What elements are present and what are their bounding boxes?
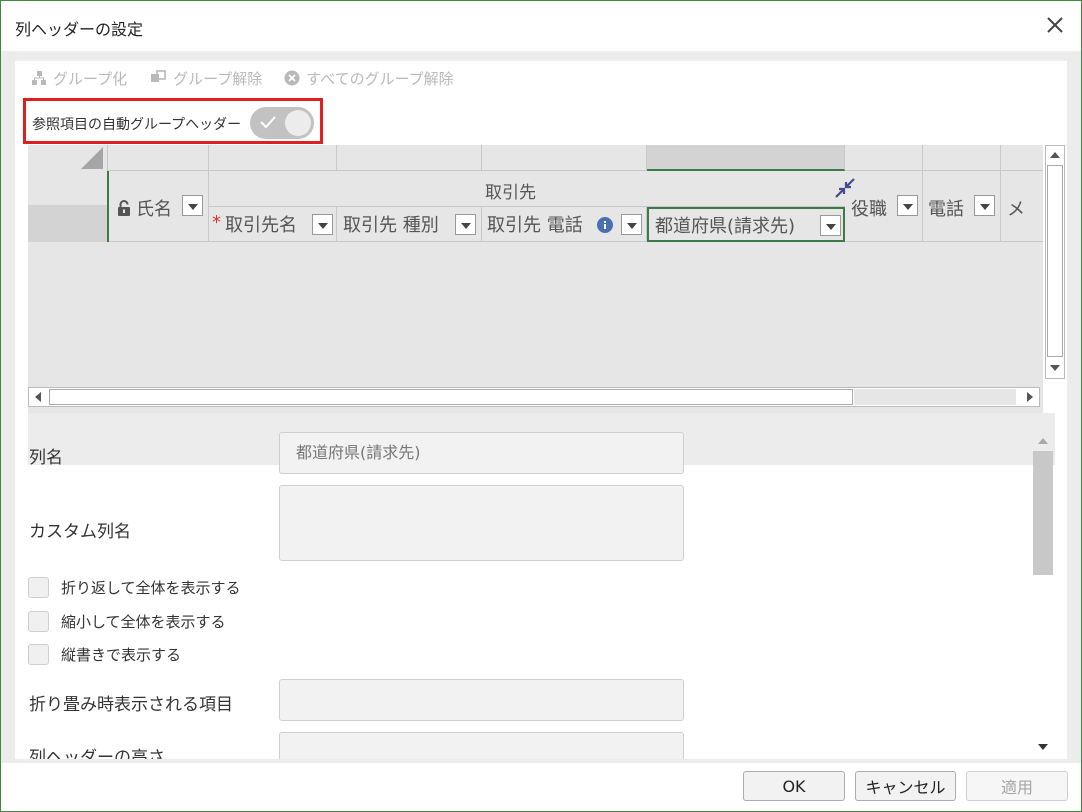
group-header-label: 取引先 [485, 183, 536, 203]
column-label: 取引先名 [225, 215, 297, 236]
grid-vertical-scrollbar[interactable] [1045, 145, 1065, 379]
vertical-text-label: 縦書きで表示する [61, 646, 182, 664]
header-top-cell [209, 145, 337, 171]
dialog-titlebar: 列ヘッダーの設定 [1, 1, 1081, 51]
column-name-field[interactable]: 都道府県(請求先) [279, 432, 684, 474]
column-dropdown-button[interactable] [312, 214, 333, 235]
row-header-cell [28, 205, 108, 242]
collapsed-display-field[interactable] [279, 679, 684, 721]
column-header-preview-grid: 氏名 取引先 * 取引先名 取引先 種別 取引先 電話 都道府県(請求先) 役職… [28, 145, 1043, 413]
custom-column-name-label: カスタム列名 [29, 522, 131, 542]
cancel-button[interactable]: キャンセル [855, 771, 956, 801]
scroll-right-icon [1027, 392, 1033, 402]
header-top-cell [108, 145, 209, 171]
apply-button[interactable]: 適用 [966, 771, 1068, 801]
scroll-up-icon [1038, 438, 1048, 444]
close-button[interactable] [1043, 13, 1067, 37]
column-header-email-partial[interactable]: メ [1001, 171, 1043, 242]
column-label: 都道府県(請求先) [655, 216, 796, 237]
column-name-label: 列名 [29, 448, 63, 468]
header-top-cell [482, 145, 647, 171]
column-header-settings-dialog: 列ヘッダーの設定 グループ化 グループ解除 すべてのグループ解除 参照項目の自動… [0, 0, 1082, 812]
vertical-text-checkbox[interactable] [28, 644, 49, 665]
header-top-cell [337, 145, 482, 171]
shrink-to-fit-checkbox-row[interactable]: 縮小して全体を表示する [28, 611, 226, 632]
ungroup-icon [151, 70, 166, 82]
column-dropdown-button[interactable] [621, 214, 642, 235]
auto-group-header-highlight: 参照項目の自動グループヘッダー [23, 98, 323, 144]
close-icon [1047, 17, 1063, 33]
group-header-torihikisaki[interactable]: 取引先 [209, 171, 855, 207]
ungroup-button[interactable]: グループ解除 [149, 68, 262, 89]
grid-horizontal-scrollbar[interactable] [28, 387, 1040, 407]
header-top-cell [1001, 145, 1043, 171]
auto-group-header-label: 参照項目の自動グループヘッダー [32, 117, 242, 133]
clear-circle-icon [284, 70, 300, 86]
header-top-cell [845, 145, 923, 171]
shrink-to-fit-label: 縮小して全体を表示する [61, 613, 226, 631]
unlock-icon [118, 200, 130, 216]
wrap-text-checkbox[interactable] [28, 577, 49, 598]
column-header-title[interactable]: 役職 [845, 171, 923, 242]
column-dropdown-button[interactable] [897, 195, 918, 216]
group-button[interactable]: グループ化 [31, 68, 127, 89]
column-header-account-type[interactable]: 取引先 種別 [337, 207, 482, 242]
column-dropdown-button[interactable] [455, 214, 476, 235]
dialog-title: 列ヘッダーの設定 [15, 20, 144, 39]
collapsed-display-label: 折り畳み時表示される項目 [29, 695, 233, 715]
ungroup-button-label: グループ解除 [173, 69, 263, 88]
dialog-body: グループ化 グループ解除 すべてのグループ解除 参照項目の自動グループヘッダー [1, 51, 1081, 763]
column-header-account-phone[interactable]: 取引先 電話 [482, 207, 647, 242]
selected-column-top-cell [647, 145, 845, 171]
group-toolbar: グループ化 グループ解除 すべてのグループ解除 [31, 67, 454, 89]
check-icon [260, 116, 276, 129]
group-icon [32, 71, 46, 85]
wrap-text-checkbox-row[interactable]: 折り返して全体を表示する [28, 577, 241, 598]
column-label: 氏名 [136, 199, 172, 220]
grid-horizontal-thumb[interactable] [49, 389, 853, 405]
ok-button[interactable]: OK [743, 771, 845, 801]
form-vertical-scrollbar[interactable] [1031, 427, 1055, 759]
column-header-account-name[interactable]: * 取引先名 [209, 207, 337, 242]
form-vertical-thumb[interactable] [1033, 451, 1053, 575]
corner-cell [28, 145, 108, 171]
column-label: 役職 [851, 199, 887, 220]
column-header-name[interactable]: 氏名 [109, 171, 209, 242]
header-height-field[interactable] [279, 732, 684, 759]
group-button-label: グループ化 [53, 69, 128, 88]
grid-vertical-thumb[interactable] [1047, 165, 1063, 357]
header-top-cell [923, 145, 1001, 171]
dialog-content: グループ化 グループ解除 すべてのグループ解除 参照項目の自動グループヘッダー [15, 61, 1067, 759]
ungroup-all-button-label: すべてのグループ解除 [306, 69, 454, 88]
scroll-down-icon [1038, 744, 1048, 750]
toggle-knob [285, 110, 311, 136]
wrap-text-label: 折り返して全体を表示する [61, 579, 241, 597]
scroll-up-icon [1050, 152, 1060, 158]
column-label: 取引先 電話 [487, 215, 583, 236]
corner-triangle-icon [81, 147, 103, 169]
column-header-billing-state-selected[interactable]: 都道府県(請求先) [647, 207, 845, 242]
shrink-to-fit-checkbox[interactable] [28, 611, 49, 632]
info-icon [597, 217, 613, 233]
column-dropdown-button[interactable] [820, 215, 841, 236]
ungroup-all-button[interactable]: すべてのグループ解除 [284, 68, 454, 89]
dialog-footer: OK キャンセル 適用 [1, 763, 1081, 811]
column-dropdown-button[interactable] [974, 195, 995, 216]
required-asterisk: * [212, 212, 221, 233]
header-height-label: 列ヘッダーの高さ [29, 748, 165, 759]
scroll-left-icon [35, 392, 41, 402]
vertical-text-checkbox-row[interactable]: 縦書きで表示する [28, 644, 181, 665]
column-label: 電話 [928, 199, 964, 220]
custom-column-name-field[interactable] [279, 485, 684, 561]
column-dropdown-button[interactable] [182, 195, 203, 216]
auto-group-header-toggle[interactable] [250, 107, 314, 139]
grid-horizontal-track [854, 389, 1016, 405]
column-header-phone[interactable]: 電話 [923, 171, 1001, 242]
column-label: メ [1007, 199, 1025, 220]
scroll-down-icon [1050, 365, 1060, 371]
column-label: 取引先 種別 [343, 215, 439, 236]
